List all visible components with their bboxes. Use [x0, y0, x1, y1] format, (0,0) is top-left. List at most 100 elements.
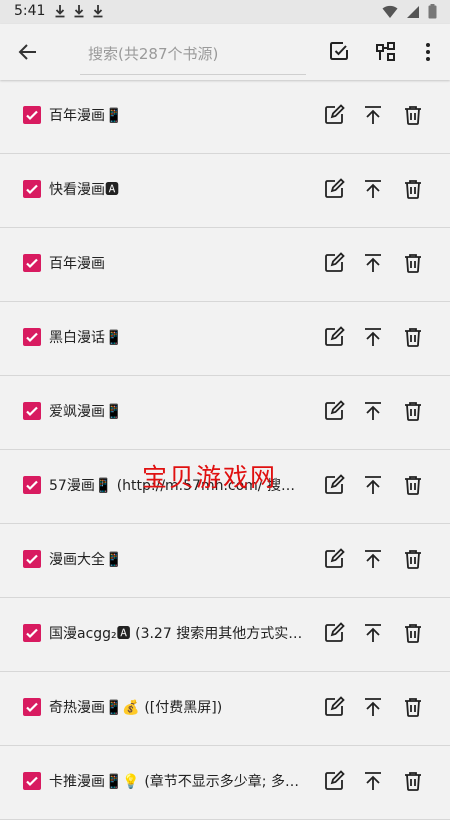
- vertical-align-top-icon: [365, 106, 381, 124]
- edit-button[interactable]: [323, 622, 345, 644]
- checkbox[interactable]: [23, 254, 41, 272]
- edit-icon: [325, 770, 345, 790]
- check-icon: [26, 480, 38, 491]
- trash-icon: [405, 772, 421, 791]
- move-to-top-button[interactable]: [362, 400, 384, 422]
- list-item[interactable]: 奇热漫画📱💰 ([付费黑屏]): [0, 672, 450, 746]
- source-name: 爱飒漫画📱: [49, 404, 123, 420]
- move-to-top-button[interactable]: [362, 696, 384, 718]
- checkbox[interactable]: [23, 402, 41, 420]
- scan-button[interactable]: [374, 40, 398, 64]
- delete-button[interactable]: [402, 178, 424, 200]
- edit-icon: [325, 326, 345, 346]
- check-icon: [26, 702, 38, 713]
- checkbox[interactable]: [23, 328, 41, 346]
- edit-icon: [325, 474, 345, 494]
- vertical-align-top-icon: [365, 402, 381, 420]
- checkbox[interactable]: [23, 180, 41, 198]
- vertical-align-top-icon: [365, 550, 381, 568]
- list-item[interactable]: 快看漫画🅰: [0, 154, 450, 228]
- trash-icon: [405, 550, 421, 569]
- source-name: 百年漫画: [49, 256, 105, 272]
- delete-button[interactable]: [402, 104, 424, 126]
- delete-button[interactable]: [402, 696, 424, 718]
- search-input[interactable]: [88, 41, 298, 67]
- delete-button[interactable]: [402, 770, 424, 792]
- wifi-icon: [382, 5, 398, 18]
- move-to-top-button[interactable]: [362, 548, 384, 570]
- list-item[interactable]: 百年漫画📱: [0, 80, 450, 154]
- vertical-align-top-icon: [365, 476, 381, 494]
- edit-button[interactable]: [323, 252, 345, 274]
- edit-button[interactable]: [323, 474, 345, 496]
- trash-icon: [405, 624, 421, 643]
- edit-button[interactable]: [323, 770, 345, 792]
- cell-signal-icon: [407, 5, 419, 18]
- checkbox[interactable]: [23, 476, 41, 494]
- edit-button[interactable]: [323, 326, 345, 348]
- trash-icon: [405, 698, 421, 717]
- edit-icon: [325, 104, 345, 124]
- trash-icon: [405, 180, 421, 199]
- delete-button[interactable]: [402, 400, 424, 422]
- check-icon: [26, 406, 38, 417]
- delete-button[interactable]: [402, 474, 424, 496]
- battery-icon: [428, 4, 437, 19]
- check-icon: [26, 258, 38, 269]
- more-vert-icon: [426, 43, 430, 61]
- trash-icon: [405, 402, 421, 421]
- download-icon: [93, 5, 103, 18]
- check-icon: [26, 628, 38, 639]
- trash-icon: [405, 254, 421, 273]
- move-to-top-button[interactable]: [362, 770, 384, 792]
- edit-button[interactable]: [323, 178, 345, 200]
- source-name: 百年漫画📱: [49, 108, 123, 124]
- vertical-align-top-icon: [365, 254, 381, 272]
- vertical-align-top-icon: [365, 698, 381, 716]
- delete-button[interactable]: [402, 548, 424, 570]
- move-to-top-button[interactable]: [362, 326, 384, 348]
- check-box-icon: [330, 42, 348, 60]
- list-item[interactable]: 黑白漫话📱: [0, 302, 450, 376]
- trash-icon: [405, 476, 421, 495]
- move-to-top-button[interactable]: [362, 474, 384, 496]
- list-item[interactable]: 漫画大全📱: [0, 524, 450, 598]
- edit-icon: [325, 696, 345, 716]
- move-to-top-button[interactable]: [362, 622, 384, 644]
- edit-icon: [325, 622, 345, 642]
- download-icon: [74, 5, 84, 18]
- source-name: 快看漫画🅰: [49, 182, 119, 198]
- check-icon: [26, 184, 38, 195]
- more-options-button[interactable]: [420, 40, 436, 64]
- check-icon: [26, 332, 38, 343]
- source-list: 百年漫画📱 快看漫画🅰 百年漫画 黑白漫话📱 爱飒漫画📱 57漫画📱 (http…: [0, 80, 450, 820]
- delete-button[interactable]: [402, 326, 424, 348]
- delete-button[interactable]: [402, 252, 424, 274]
- back-button[interactable]: [16, 40, 40, 64]
- move-to-top-button[interactable]: [362, 178, 384, 200]
- move-to-top-button[interactable]: [362, 252, 384, 274]
- edit-button[interactable]: [323, 400, 345, 422]
- edit-button[interactable]: [323, 104, 345, 126]
- list-item[interactable]: 百年漫画: [0, 228, 450, 302]
- system-icons: [382, 4, 437, 19]
- source-name: 漫画大全📱: [49, 552, 123, 568]
- source-name: 奇热漫画📱💰 ([付费黑屏]): [49, 700, 223, 716]
- edit-button[interactable]: [323, 548, 345, 570]
- move-to-top-button[interactable]: [362, 104, 384, 126]
- checkbox[interactable]: [23, 772, 41, 790]
- list-item[interactable]: 国漫acgg₂🅰 (3.27 搜索用其他方式实现): [0, 598, 450, 672]
- download-icon: [55, 5, 65, 18]
- list-item[interactable]: 卡推漫画📱💡 (章节不显示多少章; 多少话): [0, 746, 450, 820]
- check-icon: [26, 110, 38, 121]
- checkbox[interactable]: [23, 106, 41, 124]
- select-all-button[interactable]: [328, 40, 350, 62]
- delete-button[interactable]: [402, 622, 424, 644]
- list-item[interactable]: 爱飒漫画📱: [0, 376, 450, 450]
- checkbox[interactable]: [23, 624, 41, 642]
- checkbox[interactable]: [23, 698, 41, 716]
- status-time: 5:41: [14, 3, 46, 19]
- checkbox[interactable]: [23, 550, 41, 568]
- edit-button[interactable]: [323, 696, 345, 718]
- edit-icon: [325, 400, 345, 420]
